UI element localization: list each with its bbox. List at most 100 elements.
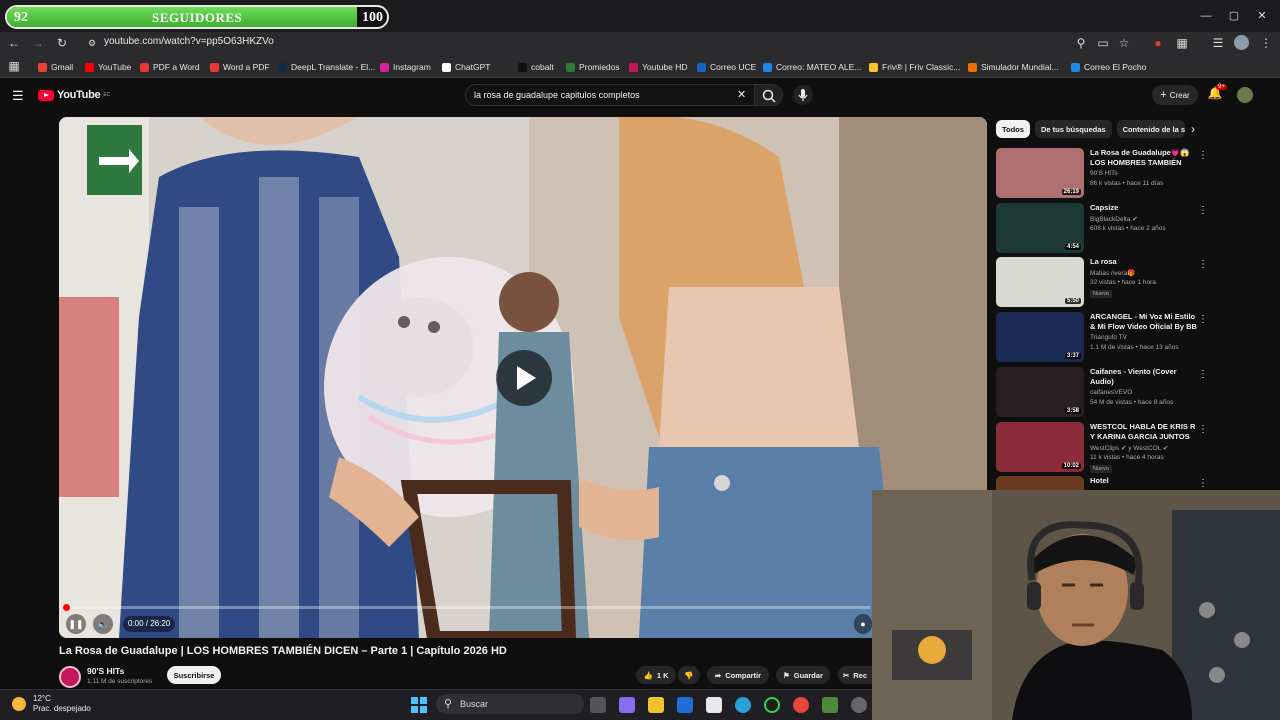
autoplay-toggle[interactable]: ● [854, 614, 872, 634]
back-icon[interactable]: ← [6, 35, 22, 51]
rec-video-title[interactable]: Capsize [1090, 203, 1198, 213]
recommended-video[interactable]: 10:02 WESTCOL HABLA DE KRIS R Y KARINA GA… [996, 421, 1210, 474]
recommended-video[interactable]: 3:58 Caifanes - Viento (Cover Audio) caifa… [996, 366, 1210, 419]
voice-search-button[interactable] [793, 85, 813, 105]
rec-video-title[interactable]: ARCANGEL - Mi Voz Mi Estilo & Mi Flow Vi… [1090, 312, 1198, 332]
dislike-button[interactable]: 👎 [678, 666, 700, 684]
store-icon[interactable] [706, 697, 722, 713]
volume-icon[interactable]: 🔈 [93, 614, 113, 634]
profile-avatar[interactable] [1234, 35, 1249, 50]
rec-channel-name[interactable]: caifanesVEVO [1090, 389, 1132, 396]
copilot-icon[interactable] [619, 697, 635, 713]
create-button[interactable]: + Crear [1152, 85, 1198, 105]
more-options-icon[interactable]: ⋮ [1198, 369, 1208, 380]
reading-list-icon[interactable]: ☰ [1210, 35, 1226, 51]
bookmark-item[interactable]: cobalt [518, 60, 554, 74]
extension-red-icon[interactable]: ● [1150, 35, 1166, 51]
share-button[interactable]: ➦ Compartir [707, 666, 769, 684]
forward-icon[interactable]: → [30, 35, 46, 51]
video-thumbnail[interactable]: 5:50 [996, 257, 1084, 308]
bookmark-item[interactable]: YouTube [85, 60, 131, 74]
channel-name[interactable]: 90'S HITs [87, 666, 124, 676]
rec-channel-name[interactable]: BigBlackDelta ✔ [1090, 215, 1138, 223]
bookmark-item[interactable]: Friv® | Friv Classic... [869, 60, 960, 74]
rec-video-title[interactable]: Caifanes - Viento (Cover Audio) [1090, 367, 1198, 387]
url-field[interactable]: youtube.com/watch?v=pp5O63HKZVo [104, 36, 274, 47]
more-options-icon[interactable]: ⋮ [1198, 478, 1208, 489]
video-thumbnail[interactable]: 4:54 [996, 202, 1084, 253]
site-info-icon[interactable]: ⚙ [84, 35, 100, 51]
file-explorer-icon[interactable] [648, 697, 664, 713]
clip-button[interactable]: ✂ Rec [838, 666, 872, 684]
clear-search-icon[interactable]: ✕ [737, 88, 746, 101]
bookmark-item[interactable]: Correo El Pocho [1071, 60, 1146, 74]
bookmark-item[interactable]: PDF a Word [140, 60, 200, 74]
chip-contenido[interactable]: Contenido de la se [1116, 120, 1185, 138]
youtube-logo[interactable]: YouTube EC [38, 89, 110, 101]
zoom-icon[interactable]: ⚲ [1073, 35, 1089, 51]
rec-channel-name[interactable]: 90'S HITs [1090, 170, 1118, 177]
utorrent-icon[interactable] [764, 697, 780, 713]
apps-grid-icon[interactable]: ▦ [6, 58, 22, 74]
edge-icon[interactable] [735, 697, 751, 713]
more-options-icon[interactable]: ⋮ [1198, 314, 1208, 325]
more-options-icon[interactable]: ⋮ [1198, 205, 1208, 216]
menu-hamburger-icon[interactable]: ☰ [12, 88, 24, 104]
like-button[interactable]: 👍 1 K [636, 666, 676, 684]
bookmark-item[interactable]: Gmail [38, 60, 73, 74]
more-options-icon[interactable]: ⋮ [1198, 150, 1208, 161]
video-thumbnail[interactable]: 26:19 [996, 148, 1084, 198]
bookmark-item[interactable]: Instagram [380, 60, 431, 74]
minecraft-icon[interactable] [822, 697, 838, 713]
progress-scrubber[interactable] [63, 604, 70, 611]
channel-avatar[interactable] [59, 666, 81, 688]
play-button[interactable] [496, 350, 552, 406]
chevron-right-icon[interactable]: › [1191, 122, 1195, 136]
reload-icon[interactable]: ↻ [54, 35, 70, 51]
outlook-icon[interactable] [677, 697, 693, 713]
more-options-icon[interactable]: ⋮ [1198, 259, 1208, 270]
account-avatar[interactable] [1237, 87, 1253, 103]
pause-icon[interactable]: ❚❚ [66, 614, 86, 634]
taskbar-search[interactable]: Buscar [436, 694, 584, 714]
rec-video-title[interactable]: La Rosa de Guadalupe💗😱 LOS HOMBRES TAMBI… [1090, 148, 1198, 168]
settings-app-icon[interactable] [851, 697, 867, 713]
rec-video-title[interactable]: La rosa [1090, 257, 1198, 267]
close-window-icon[interactable]: ✕ [1252, 6, 1272, 26]
video-thumbnail[interactable]: 3:37 [996, 312, 1084, 363]
cast-icon[interactable]: ▭ [1095, 35, 1111, 51]
extensions-icon[interactable]: ▦ [1174, 35, 1190, 51]
bookmark-item[interactable]: Correo: MATEO ALE... [763, 60, 861, 74]
browser-menu-icon[interactable]: ⋮ [1258, 35, 1274, 51]
bookmark-item[interactable]: Promiedos [566, 60, 620, 74]
minimize-icon[interactable]: — [1196, 6, 1216, 26]
video-thumbnail[interactable]: 10:02 [996, 421, 1084, 472]
recommended-video[interactable]: 4:54 Capsize BigBlackDelta ✔ 608 k vistas •… [996, 202, 1210, 255]
more-options-icon[interactable]: ⋮ [1198, 424, 1208, 435]
search-query[interactable]: la rosa de guadalupe capitulos completos [474, 90, 640, 100]
progress-bar[interactable] [65, 606, 870, 609]
rec-video-title[interactable]: WESTCOL HABLA DE KRIS R Y KARINA GARCIA … [1090, 422, 1198, 442]
bookmark-star-icon[interactable]: ☆ [1116, 35, 1132, 51]
bookmark-item[interactable]: Word a PDF [210, 60, 270, 74]
save-button[interactable]: ⚑ Guardar [776, 666, 830, 684]
rec-video-title[interactable]: Hotel [1090, 476, 1198, 486]
maximize-icon[interactable]: ▢ [1224, 6, 1244, 26]
rec-channel-name[interactable]: WestClips ✔ y WestCOL ✔ [1090, 444, 1168, 452]
chip-de-tus-busquedas[interactable]: De tus búsquedas [1034, 120, 1112, 138]
rec-channel-name[interactable]: Matias rivera🎁 [1090, 269, 1135, 277]
chip-todos[interactable]: Todos [996, 120, 1030, 138]
chrome-icon[interactable] [793, 697, 809, 713]
bookmark-item[interactable]: ChatGPT [442, 60, 490, 74]
bookmark-item[interactable]: Correo UCE [697, 60, 756, 74]
weather-widget[interactable]: 12°C Prac. despejado [33, 694, 91, 714]
recommended-video[interactable]: 5:50 La rosa Matias rivera🎁 32 vistas • hac… [996, 257, 1210, 309]
bookmark-item[interactable]: DeepL Translate - El... [278, 60, 375, 74]
video-thumbnail[interactable]: 3:58 [996, 366, 1084, 417]
bookmark-item[interactable]: Youtube HD [629, 60, 688, 74]
windows-start-icon[interactable] [410, 696, 428, 714]
bookmark-item[interactable]: Simulador Mundial... [968, 60, 1058, 74]
rec-channel-name[interactable]: Triangulo TV [1090, 334, 1127, 341]
recommended-video[interactable]: 3:37 ARCANGEL - Mi Voz Mi Estilo & Mi Flo… [996, 312, 1210, 364]
search-button[interactable] [755, 84, 783, 106]
